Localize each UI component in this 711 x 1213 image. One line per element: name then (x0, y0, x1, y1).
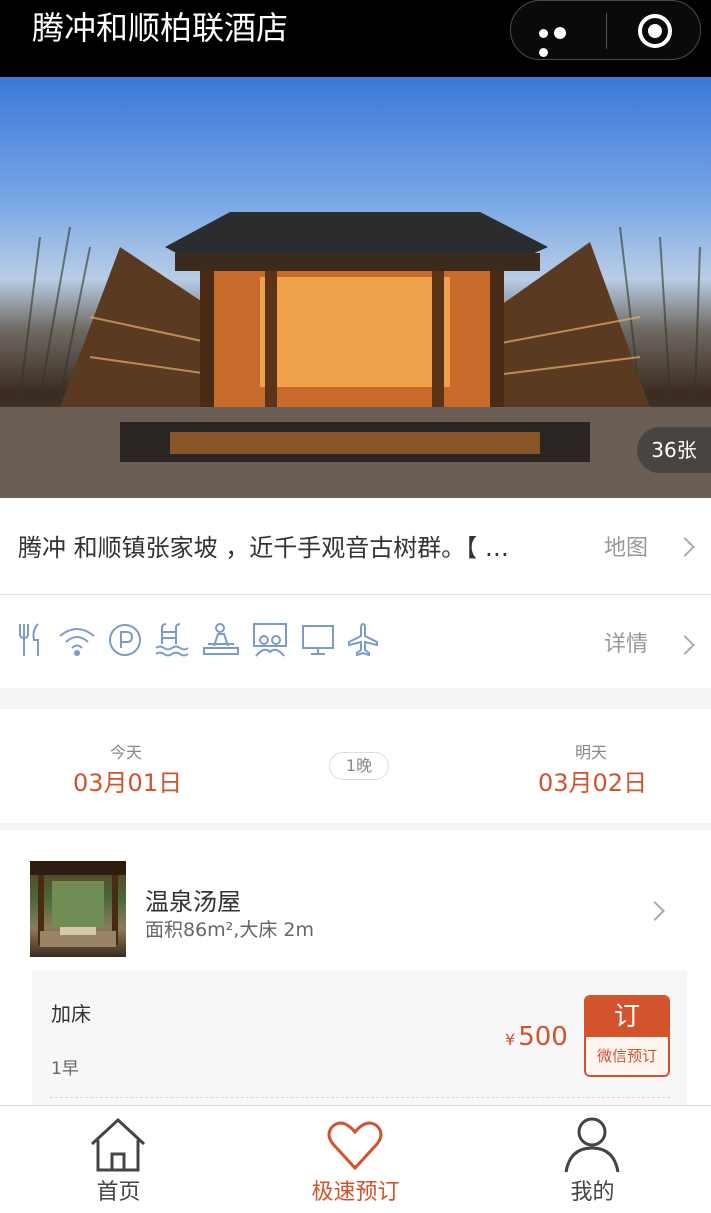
spa-icon (203, 623, 240, 655)
tab-label: 首页 (96, 1180, 141, 1205)
mini-program-capsule (510, 0, 701, 60)
checkin-label: 今天 (110, 743, 143, 762)
home-icon (90, 1117, 146, 1172)
photo-count-badge[interactable]: 36张 (637, 427, 711, 473)
pool-icon (155, 623, 189, 657)
page-title: 腾冲和顺柏联酒店 (32, 9, 289, 47)
currency-symbol: ¥ (505, 1030, 516, 1049)
rate-title: 加床 (51, 1002, 91, 1026)
tab-label: 极速预订 (311, 1180, 400, 1205)
book-button-sublabel: 微信预订 (586, 1037, 668, 1075)
divider (50, 1097, 670, 1098)
nights-badge: 1晚 (329, 752, 389, 780)
close-target-icon[interactable] (638, 14, 672, 48)
hotel-photo-illustration (0, 212, 711, 498)
hotel-photo[interactable]: 36张 (0, 77, 711, 498)
map-link[interactable]: 地图 (604, 530, 648, 562)
facilities-row[interactable]: 详情 (0, 595, 711, 688)
chevron-right-icon[interactable] (645, 901, 665, 921)
rate-plan: 加床 1早 ¥500 订 微信预订 (32, 970, 687, 1106)
address-row[interactable]: 腾冲 和顺镇张家坡 ，近千手观音古树群。【 … 地图 (0, 498, 711, 595)
chevron-right-icon (675, 635, 695, 655)
checkout-date[interactable]: 03月02日 (538, 763, 647, 798)
parking-icon (109, 624, 142, 656)
user-icon (564, 1117, 620, 1173)
more-menu-icon[interactable] (539, 23, 583, 57)
book-button-label: 订 (586, 997, 668, 1037)
tv-icon (301, 625, 334, 655)
tab-home[interactable]: 首页 (0, 1106, 237, 1213)
book-button[interactable]: 订 微信预订 (584, 995, 670, 1077)
meeting-room-icon (253, 623, 288, 657)
restaurant-icon (19, 623, 39, 656)
room-thumbnail-illustration (30, 861, 126, 947)
wifi-icon (59, 628, 95, 656)
price-amount: 500 (518, 1022, 568, 1052)
tab-profile[interactable]: 我的 (474, 1106, 711, 1213)
room-name[interactable]: 温泉汤屋 (145, 882, 241, 917)
tab-label: 我的 (570, 1180, 615, 1205)
capsule-divider (606, 13, 607, 49)
nav-bar: 腾冲和顺柏联酒店 (0, 0, 711, 77)
rate-price: ¥500 (505, 1022, 568, 1052)
room-thumbnail[interactable] (30, 861, 126, 957)
checkout-label: 明天 (575, 743, 608, 762)
hotel-address: 腾冲 和顺镇张家坡 ，近千手观音古树群。【 … (18, 534, 509, 562)
tab-quick-booking[interactable]: 极速预订 (237, 1106, 474, 1213)
room-description: 面积86m²,大床 2m (145, 919, 314, 941)
tab-bar: 首页 极速预订 我的 (0, 1105, 711, 1213)
checkin-date[interactable]: 03月01日 (73, 763, 182, 798)
heart-icon (327, 1121, 383, 1171)
date-selector[interactable]: 今天 03月01日 1晚 明天 03月02日 (0, 709, 711, 823)
room-card: 温泉汤屋 面积86m²,大床 2m 加床 1早 ¥500 订 微信预订 (0, 830, 711, 1106)
rate-breakfast: 1早 (51, 1059, 79, 1079)
chevron-right-icon (675, 537, 695, 557)
facility-details-link[interactable]: 详情 (604, 626, 648, 658)
airport-shuttle-icon (347, 622, 378, 657)
